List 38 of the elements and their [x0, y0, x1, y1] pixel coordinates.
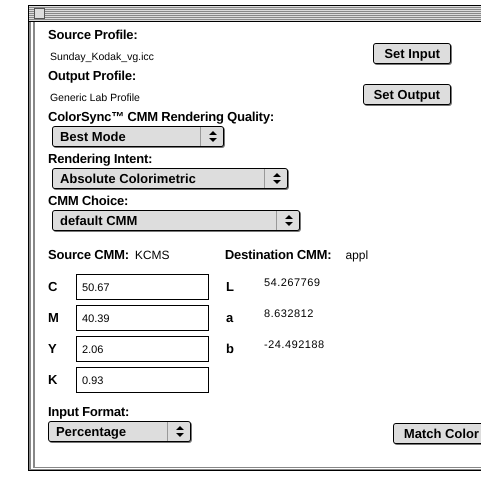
destination-cmm-label: Destination CMM:: [224, 247, 332, 263]
section-label: Input Format:: [48, 404, 130, 420]
lab-value: 54.267769: [264, 276, 322, 289]
channel-label: C: [48, 278, 58, 294]
channel-input-field[interactable]: 50.67: [76, 274, 209, 300]
channel-input-field[interactable]: 40.39: [76, 304, 209, 330]
channel-label: K: [48, 372, 58, 388]
match-color-button[interactable]: Match Color: [392, 422, 481, 444]
section-label: Output Profile:: [48, 68, 137, 84]
up-down-arrows-icon: [285, 215, 293, 226]
up-down-arrows-icon: [273, 173, 281, 184]
set-profile-button[interactable]: Set Input: [373, 43, 451, 64]
profile-name: Generic Lab Profile: [49, 91, 140, 105]
channel-label: M: [48, 310, 60, 326]
up-down-arrows-icon: [176, 426, 184, 437]
dropdown[interactable]: Best Mode: [52, 126, 224, 147]
lab-value: 8.632812: [264, 307, 315, 320]
set-profile-button[interactable]: Set Output: [362, 84, 451, 105]
dropdown[interactable]: default CMM: [52, 210, 300, 231]
close-box[interactable]: [34, 8, 45, 19]
section-label: Source Profile:: [48, 27, 138, 43]
lab-label: L: [226, 278, 235, 294]
up-down-arrows-icon: [209, 131, 217, 142]
source-cmm-label: Source CMM:: [48, 247, 129, 263]
channel-input-field[interactable]: 2.06: [76, 336, 209, 362]
source-cmm-value: KCMS: [134, 248, 171, 262]
lab-label: b: [226, 340, 235, 356]
section-label: ColorSync™ CMM Rendering Quality:: [48, 109, 275, 125]
lab-label: a: [226, 310, 234, 326]
lab-value: -24.492188: [264, 338, 326, 351]
channel-label: Y: [48, 340, 58, 356]
profile-name: Sunday_Kodak_vg.icc: [49, 50, 154, 64]
destination-cmm-value: appl: [345, 248, 368, 262]
dropdown[interactable]: Absolute Colorimetric: [52, 168, 288, 189]
section-label: Rendering Intent:: [48, 151, 154, 167]
section-label: CMM Choice:: [48, 193, 130, 209]
dropdown[interactable]: Percentage: [48, 421, 191, 442]
channel-input-field[interactable]: 0.93: [76, 366, 209, 392]
